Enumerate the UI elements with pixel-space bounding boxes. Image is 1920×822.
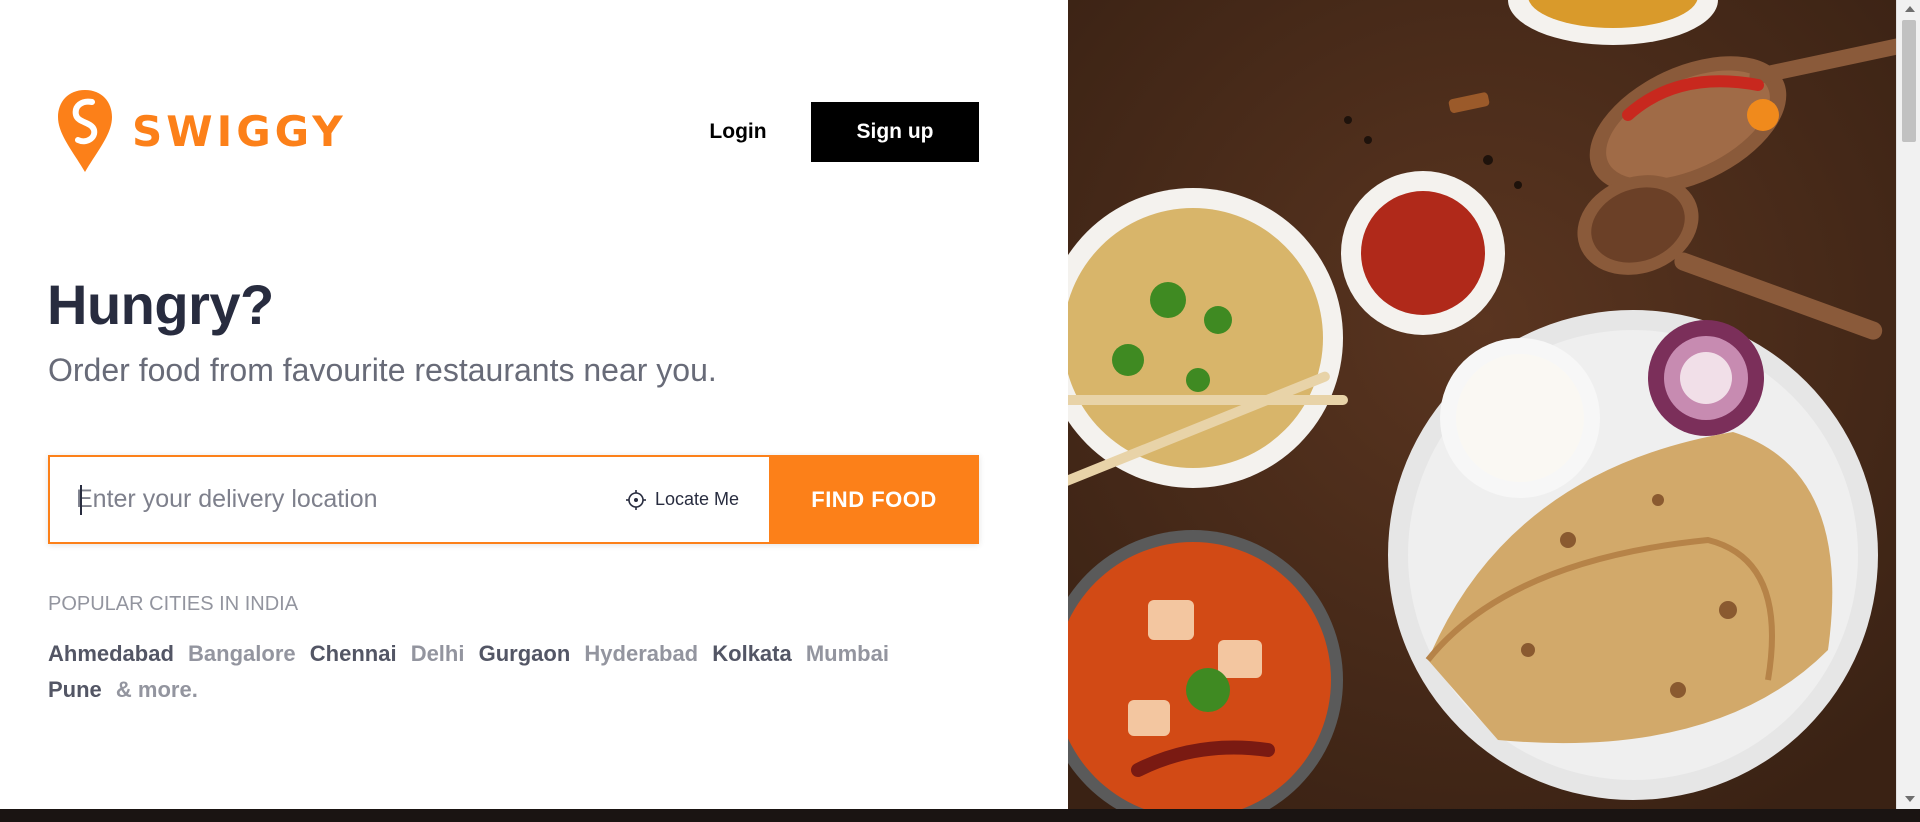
crosshair-icon	[625, 489, 646, 510]
city-link-delhi[interactable]: Delhi	[411, 641, 465, 666]
login-button[interactable]: Login	[690, 102, 786, 162]
city-link-gurgaon[interactable]: Gurgaon	[479, 641, 571, 666]
city-link-kolkata[interactable]: Kolkata	[712, 641, 791, 666]
swiggy-logo-icon	[58, 90, 112, 172]
food-spread-illustration	[1068, 0, 1896, 809]
page-title: Hungry?	[47, 273, 274, 336]
text-caret	[80, 485, 82, 515]
delivery-location-input[interactable]	[50, 457, 613, 542]
city-link-mumbai[interactable]: Mumbai	[806, 641, 889, 666]
city-link-pune[interactable]: Pune	[48, 677, 102, 702]
find-food-button[interactable]: FIND FOOD	[769, 455, 979, 544]
city-link-more[interactable]: & more.	[116, 677, 198, 702]
swiggy-logo[interactable]: SWIGGY	[56, 88, 347, 174]
scrollbar-thumb[interactable]	[1902, 20, 1916, 142]
signup-button[interactable]: Sign up	[811, 102, 979, 162]
left-panel: SWIGGY Login Sign up Hungry? Order food …	[0, 0, 1068, 809]
location-search-bar: Locate Me FIND FOOD	[48, 455, 979, 544]
locate-me-label: Locate Me	[654, 489, 739, 509]
page-scrollbar[interactable]	[1896, 0, 1920, 809]
locate-me-button[interactable]: Locate Me	[613, 457, 769, 542]
city-link-ahmedabad[interactable]: Ahmedabad	[48, 641, 174, 666]
popular-cities-heading: POPULAR CITIES IN INDIA	[48, 593, 299, 615]
city-link-bangalore[interactable]: Bangalore	[188, 641, 296, 666]
city-link-chennai[interactable]: Chennai	[310, 641, 397, 666]
scroll-down-arrow-icon[interactable]	[1905, 796, 1915, 802]
popular-cities-list: Ahmedabad Bangalore Chennai Delhi Gurgao…	[48, 636, 928, 708]
bottom-footer-strip	[0, 809, 1920, 822]
scroll-up-arrow-icon[interactable]	[1905, 6, 1915, 12]
food-hero-image	[1068, 0, 1896, 809]
city-link-hyderabad[interactable]: Hyderabad	[584, 641, 698, 666]
brand-name: SWIGGY	[132, 106, 347, 156]
page-subtitle: Order food from favourite restaurants ne…	[48, 352, 717, 388]
